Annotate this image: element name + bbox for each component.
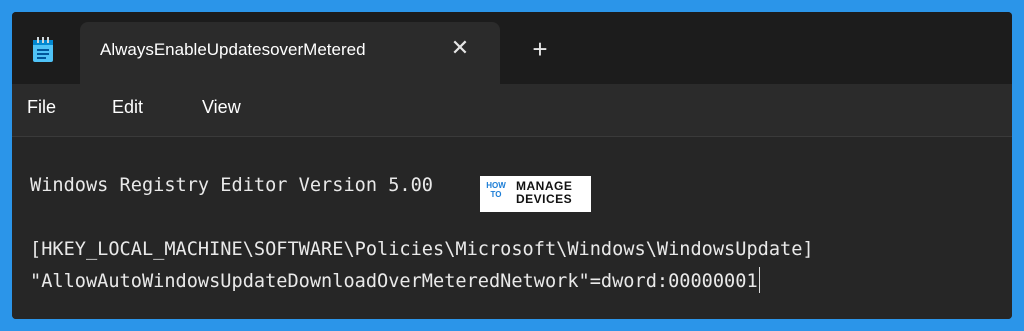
- logo-how-to: HOW TO: [486, 181, 506, 199]
- editor-line-text: "AllowAutoWindowsUpdateDownloadOverMeter…: [30, 271, 758, 292]
- menu-view[interactable]: View: [202, 97, 241, 118]
- editor-line: "AllowAutoWindowsUpdateDownloadOverMeter…: [30, 267, 760, 293]
- notepad-window: AlwaysEnableUpdatesoverMetered ✕ + File …: [12, 12, 1012, 319]
- menu-file[interactable]: File: [27, 97, 56, 118]
- title-bar: AlwaysEnableUpdatesoverMetered ✕ +: [12, 12, 1012, 84]
- notepad-icon: [33, 37, 53, 62]
- editor-line: Windows Registry Editor Version 5.00: [30, 175, 433, 196]
- document-tab[interactable]: AlwaysEnableUpdatesoverMetered ✕: [80, 22, 500, 84]
- logo-manage-devices: MANAGE DEVICES: [516, 179, 573, 206]
- editor-line: [HKEY_LOCAL_MACHINE\SOFTWARE\Policies\Mi…: [30, 239, 814, 260]
- menu-edit[interactable]: Edit: [112, 97, 143, 118]
- text-caret: [758, 267, 760, 293]
- howtomanagedevices-logo: HOW TO MANAGE DEVICES: [480, 176, 591, 212]
- new-tab-button[interactable]: +: [528, 36, 552, 62]
- tab-title: AlwaysEnableUpdatesoverMetered: [100, 40, 366, 59]
- menu-bar: File Edit View: [12, 84, 1012, 136]
- close-tab-icon[interactable]: ✕: [448, 36, 472, 60]
- text-editor[interactable]: Windows Registry Editor Version 5.00 [HK…: [12, 136, 1012, 319]
